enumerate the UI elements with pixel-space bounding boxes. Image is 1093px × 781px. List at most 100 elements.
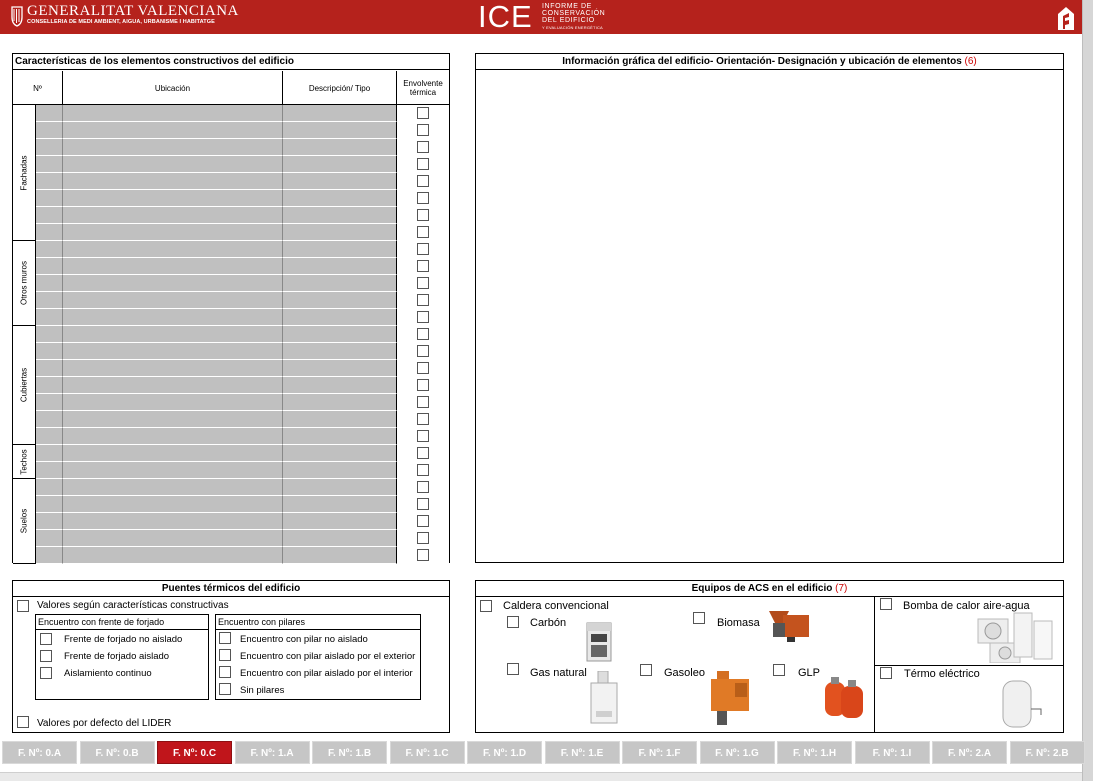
location-cell[interactable]	[63, 547, 283, 564]
description-cell[interactable]	[283, 462, 397, 479]
envelope-checkbox[interactable]	[417, 124, 429, 136]
location-cell[interactable]	[63, 445, 283, 462]
location-cell[interactable]	[63, 360, 283, 377]
num-cell[interactable]	[36, 411, 63, 428]
location-cell[interactable]	[63, 105, 283, 122]
description-cell[interactable]	[283, 122, 397, 139]
location-cell[interactable]	[63, 326, 283, 343]
termo-electrico-checkbox[interactable]	[880, 667, 892, 679]
description-cell[interactable]	[283, 530, 397, 547]
num-cell[interactable]	[36, 292, 63, 309]
location-cell[interactable]	[63, 207, 283, 224]
description-cell[interactable]	[283, 360, 397, 377]
location-cell[interactable]	[63, 530, 283, 547]
num-cell[interactable]	[36, 343, 63, 360]
sheet-tab[interactable]: F. Nº: 2.A	[932, 741, 1007, 764]
envelope-checkbox[interactable]	[417, 175, 429, 187]
description-cell[interactable]	[283, 139, 397, 156]
num-cell[interactable]	[36, 224, 63, 241]
envelope-checkbox[interactable]	[417, 158, 429, 170]
envelope-checkbox[interactable]	[417, 107, 429, 119]
envelope-checkbox[interactable]	[417, 328, 429, 340]
location-cell[interactable]	[63, 190, 283, 207]
sheet-tab[interactable]: F. Nº: 1.D	[467, 741, 542, 764]
description-cell[interactable]	[283, 190, 397, 207]
envelope-checkbox[interactable]	[417, 209, 429, 221]
location-cell[interactable]	[63, 258, 283, 275]
sheet-tab[interactable]: F. Nº: 1.E	[544, 741, 620, 764]
aislamiento-continuo-checkbox[interactable]	[40, 667, 52, 679]
num-cell[interactable]	[36, 207, 63, 224]
num-cell[interactable]	[36, 394, 63, 411]
gas-natural-checkbox[interactable]	[507, 663, 519, 675]
description-cell[interactable]	[283, 258, 397, 275]
location-cell[interactable]	[63, 224, 283, 241]
description-cell[interactable]	[283, 411, 397, 428]
num-cell[interactable]	[36, 479, 63, 496]
glp-checkbox[interactable]	[773, 664, 785, 676]
sheet-tab[interactable]: F. Nº: 1.F	[622, 741, 697, 764]
num-cell[interactable]	[36, 105, 63, 122]
location-cell[interactable]	[63, 394, 283, 411]
num-cell[interactable]	[36, 445, 63, 462]
num-cell[interactable]	[36, 122, 63, 139]
description-cell[interactable]	[283, 224, 397, 241]
sheet-tab[interactable]: F. Nº: 1.A	[234, 741, 310, 764]
location-cell[interactable]	[63, 292, 283, 309]
forjado-no-aislado-checkbox[interactable]	[40, 633, 52, 645]
constructive-values-checkbox[interactable]	[17, 600, 29, 612]
description-cell[interactable]	[283, 479, 397, 496]
location-cell[interactable]	[63, 343, 283, 360]
description-cell[interactable]	[283, 292, 397, 309]
envelope-checkbox[interactable]	[417, 515, 429, 527]
envelope-checkbox[interactable]	[417, 430, 429, 442]
num-cell[interactable]	[36, 496, 63, 513]
description-cell[interactable]	[283, 496, 397, 513]
location-cell[interactable]	[63, 275, 283, 292]
num-cell[interactable]	[36, 428, 63, 445]
num-cell[interactable]	[36, 139, 63, 156]
num-cell[interactable]	[36, 241, 63, 258]
location-cell[interactable]	[63, 156, 283, 173]
num-cell[interactable]	[36, 360, 63, 377]
sheet-tab[interactable]: F. Nº: 0.C	[157, 741, 232, 764]
description-cell[interactable]	[283, 105, 397, 122]
num-cell[interactable]	[36, 513, 63, 530]
carbon-checkbox[interactable]	[507, 616, 519, 628]
num-cell[interactable]	[36, 377, 63, 394]
num-cell[interactable]	[36, 530, 63, 547]
envelope-checkbox[interactable]	[417, 498, 429, 510]
envelope-checkbox[interactable]	[417, 549, 429, 561]
biomasa-checkbox[interactable]	[693, 612, 705, 624]
pilar-no-aislado-checkbox[interactable]	[219, 632, 231, 644]
location-cell[interactable]	[63, 241, 283, 258]
envelope-checkbox[interactable]	[417, 192, 429, 204]
location-cell[interactable]	[63, 411, 283, 428]
envelope-checkbox[interactable]	[417, 413, 429, 425]
description-cell[interactable]	[283, 156, 397, 173]
sheet-tab[interactable]: F. Nº: 0.A	[2, 741, 77, 764]
description-cell[interactable]	[283, 513, 397, 530]
num-cell[interactable]	[36, 190, 63, 207]
envelope-checkbox[interactable]	[417, 141, 429, 153]
num-cell[interactable]	[36, 326, 63, 343]
location-cell[interactable]	[63, 139, 283, 156]
location-cell[interactable]	[63, 173, 283, 190]
description-cell[interactable]	[283, 445, 397, 462]
envelope-checkbox[interactable]	[417, 243, 429, 255]
sheet-tab[interactable]: F. Nº: 1.C	[389, 741, 465, 764]
envelope-checkbox[interactable]	[417, 345, 429, 357]
location-cell[interactable]	[63, 309, 283, 326]
description-cell[interactable]	[283, 309, 397, 326]
pilar-aislado-interior-checkbox[interactable]	[219, 666, 231, 678]
num-cell[interactable]	[36, 156, 63, 173]
graphic-drawing-area[interactable]	[476, 71, 1063, 562]
location-cell[interactable]	[63, 122, 283, 139]
envelope-checkbox[interactable]	[417, 447, 429, 459]
envelope-checkbox[interactable]	[417, 362, 429, 374]
sheet-tab[interactable]: F. Nº: 1.H	[777, 741, 852, 764]
description-cell[interactable]	[283, 343, 397, 360]
description-cell[interactable]	[283, 428, 397, 445]
gasoleo-checkbox[interactable]	[640, 664, 652, 676]
location-cell[interactable]	[63, 462, 283, 479]
